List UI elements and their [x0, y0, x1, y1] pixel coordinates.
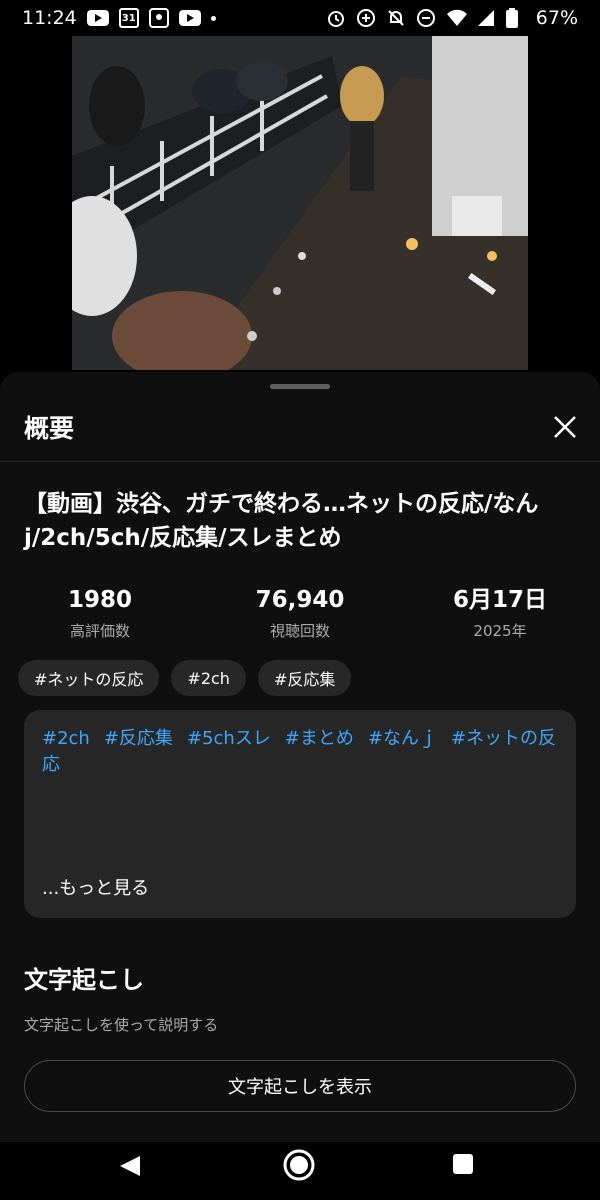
battery-icon — [505, 8, 526, 28]
drag-handle[interactable] — [270, 384, 330, 389]
show-transcript-button[interactable]: 文字起こしを表示 — [24, 1060, 576, 1112]
views-stat: 76,940 視聴回数 — [200, 584, 400, 641]
hashtag-link[interactable]: #反応集 — [104, 728, 173, 749]
home-icon[interactable] — [282, 1148, 316, 1186]
date-stat: 6月17日 2025年 — [400, 584, 600, 641]
data-saver-icon — [356, 8, 376, 28]
stat-label: 2025年 — [473, 622, 527, 640]
description-tags: #2ch #反応集 #5chスレ #まとめ #なんｊ #ネットの反応 — [42, 726, 558, 778]
stats-row: 1980 高評価数 76,940 視聴回数 6月17日 2025年 — [0, 584, 600, 641]
video-player[interactable] — [0, 36, 600, 370]
close-icon[interactable] — [550, 412, 580, 442]
hashtag-link[interactable]: #2ch — [42, 728, 90, 749]
description-box[interactable]: #2ch #反応集 #5chスレ #まとめ #なんｊ #ネットの反応 ...もっと見る — [24, 710, 576, 918]
stat-label: 高評価数 — [69, 622, 130, 640]
back-icon[interactable] — [118, 1155, 142, 1181]
status-bar: 11:24 31 67% — [0, 0, 600, 36]
navigation-bar — [0, 1142, 600, 1200]
signal-icon — [476, 8, 496, 28]
transcript-title: 文字起こし — [24, 966, 144, 994]
youtube-icon — [178, 10, 201, 26]
clock: 11:24 — [22, 7, 77, 29]
sheet-title: 概要 — [24, 413, 75, 443]
app-icon — [148, 8, 169, 28]
dnd-icon — [416, 8, 436, 28]
hashtag-chip[interactable]: #ネットの反応 — [18, 660, 160, 696]
likes-stat: 1980 高評価数 — [0, 584, 200, 641]
sheet-header: 概要 — [0, 392, 600, 462]
hashtag-chip[interactable]: #2ch — [171, 660, 246, 696]
hashtag-link[interactable]: #なんｊ — [368, 728, 437, 749]
more-notifications-icon — [210, 15, 216, 21]
alarm-icon — [326, 8, 346, 28]
wifi-icon — [446, 8, 467, 28]
description-sheet: 概要 【動画】渋谷、ガチで終わる…ネットの反応/なんj/2ch/5ch/反応集/… — [0, 372, 600, 1142]
recents-icon[interactable] — [453, 1154, 473, 1174]
video-title: 【動画】渋谷、ガチで終わる…ネットの反応/なんj/2ch/5ch/反応集/スレま… — [24, 491, 539, 551]
show-more-link[interactable]: ...もっと見る — [42, 874, 149, 900]
transcript-description: 文字起こしを使って説明する — [24, 1016, 219, 1034]
stat-value: 6月17日 — [452, 587, 547, 613]
stat-label: 視聴回数 — [269, 622, 330, 640]
mute-icon — [386, 8, 406, 28]
youtube-icon — [86, 10, 109, 26]
video-frame[interactable] — [72, 36, 528, 370]
hashtag-link[interactable]: #5chスレ — [187, 728, 271, 749]
calendar-icon: 31 — [118, 8, 139, 28]
stat-value: 1980 — [67, 587, 132, 613]
hashtag-link[interactable]: #まとめ — [285, 728, 354, 749]
hashtag-chips: #ネットの反応 #2ch #反応集 — [18, 660, 352, 696]
hashtag-chip[interactable]: #反応集 — [257, 660, 352, 696]
battery-level: 67% — [535, 7, 578, 29]
stat-value: 76,940 — [255, 587, 345, 613]
